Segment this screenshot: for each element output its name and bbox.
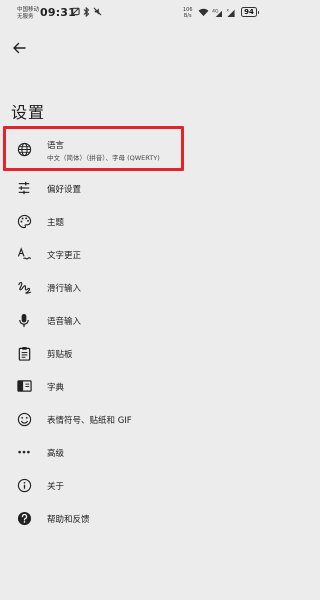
back-button[interactable] — [11, 40, 27, 56]
battery-icon: 94 — [241, 7, 259, 17]
network-speed: 106 B/s — [183, 7, 193, 19]
settings-item-label: 语音输入 — [47, 317, 82, 327]
settings-item-dictionary[interactable]: 字典 — [0, 370, 276, 403]
sliders-icon — [16, 180, 32, 196]
settings-item-preferences[interactable]: 偏好设置 — [0, 172, 276, 205]
bluetooth-icon — [83, 7, 90, 17]
carrier-service: 无服务 — [17, 14, 34, 20]
settings-item-label: 帮助和反馈 — [47, 515, 90, 525]
settings-item-label: 字典 — [47, 383, 65, 393]
notification-icons — [71, 7, 102, 17]
settings-item-text-correction[interactable]: 文字更正 — [0, 238, 276, 271]
clipboard-icon — [16, 345, 32, 361]
status-bar: 中国移动 无服务 09:31 106 B/s 4G x 94 — [0, 0, 276, 26]
settings-item-label: 滑行输入 — [47, 284, 82, 294]
settings-item-label: 剪贴板 — [47, 350, 73, 360]
wifi-icon — [198, 8, 209, 17]
gesture-icon — [16, 279, 32, 295]
settings-item-clipboard[interactable]: 剪贴板 — [0, 337, 276, 370]
signal-4g-icon: 4G — [212, 9, 222, 17]
carrier-name: 中国移动 — [17, 7, 40, 13]
info-icon — [16, 477, 32, 493]
more-icon — [16, 444, 32, 460]
settings-item-label: 文字更正 — [47, 251, 82, 261]
settings-item-emoji[interactable]: 表情符号、贴纸和 GIF — [0, 403, 276, 436]
svg-text:x: x — [227, 8, 230, 13]
page-title: 设置 — [11, 103, 46, 122]
speed-unit: B/s — [183, 13, 192, 19]
palette-icon — [16, 213, 32, 229]
settings-item-label: 偏好设置 — [47, 185, 82, 195]
carrier-info: 中国移动 无服务 — [17, 7, 39, 21]
settings-item-glide-typing[interactable]: 滑行输入 — [0, 271, 276, 304]
spellcheck-icon — [16, 246, 32, 262]
mute-icon — [93, 7, 102, 16]
settings-item-help[interactable]: 帮助和反馈 — [0, 502, 276, 535]
settings-item-advanced[interactable]: 高级 — [0, 436, 276, 469]
settings-item-voice-input[interactable]: 语音输入 — [0, 304, 276, 337]
mic-icon — [16, 312, 32, 328]
settings-item-label: 主题 — [47, 218, 65, 228]
svg-text:4G: 4G — [212, 9, 219, 15]
alarm-off-icon — [71, 7, 80, 16]
settings-item-theme[interactable]: 主题 — [0, 205, 276, 238]
settings-item-about[interactable]: 关于 — [0, 469, 276, 502]
settings-item-label: 关于 — [47, 482, 65, 492]
settings-item-label: 表情符号、贴纸和 GIF — [47, 416, 132, 426]
signal-x-icon: x — [227, 8, 235, 17]
connectivity-icons: 4G x — [198, 8, 236, 17]
help-icon — [16, 510, 32, 526]
arrow-back-icon — [13, 42, 26, 54]
highlight-annotation — [3, 126, 184, 171]
settings-list: 语言 中文（简体）（拼音）、字母 (QWERTY) 偏好设置 主题 文字更正 滑… — [0, 128, 276, 535]
book-icon — [16, 378, 32, 394]
emoji-icon — [16, 411, 32, 427]
settings-item-label: 高级 — [47, 449, 65, 459]
